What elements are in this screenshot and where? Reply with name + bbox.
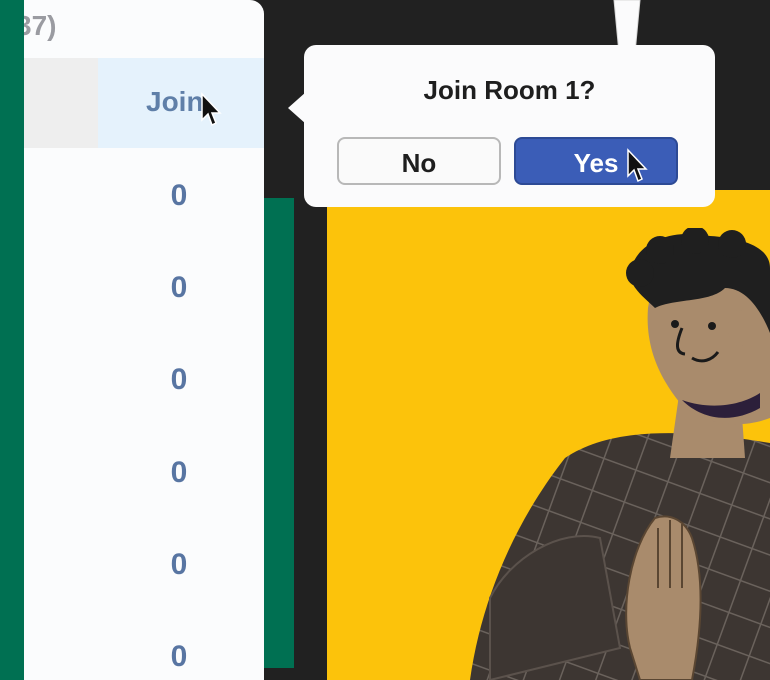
no-button[interactable]: No	[337, 137, 501, 185]
yes-button[interactable]: Yes	[514, 137, 678, 185]
panel-header-text: 37)	[24, 10, 57, 41]
join-column-label: Join	[146, 86, 204, 117]
join-count-cell[interactable]: 0	[124, 150, 234, 242]
left-green-strip	[0, 0, 24, 680]
breakout-rooms-panel: 37) Join 0 0 0 0 0 0	[24, 0, 264, 680]
panel-header: 37)	[24, 0, 264, 58]
popover-title: Join Room 1?	[423, 75, 596, 105]
video-tile-green-edge	[264, 198, 294, 668]
join-room-popover: Join Room 1? No Yes	[304, 45, 715, 207]
join-count-cell[interactable]: 0	[124, 427, 234, 519]
join-count-cell[interactable]: 0	[124, 519, 234, 611]
join-count-cell[interactable]: 0	[124, 242, 234, 334]
column-header-join[interactable]: Join	[98, 58, 264, 148]
join-count-cell[interactable]: 0	[124, 611, 234, 680]
join-count-cell[interactable]: 0	[124, 334, 234, 426]
column-header-room	[24, 58, 98, 148]
mouse-cursor-icon	[627, 148, 648, 183]
mouse-cursor-icon	[201, 92, 222, 127]
participant-avatar-illustration	[470, 228, 770, 680]
